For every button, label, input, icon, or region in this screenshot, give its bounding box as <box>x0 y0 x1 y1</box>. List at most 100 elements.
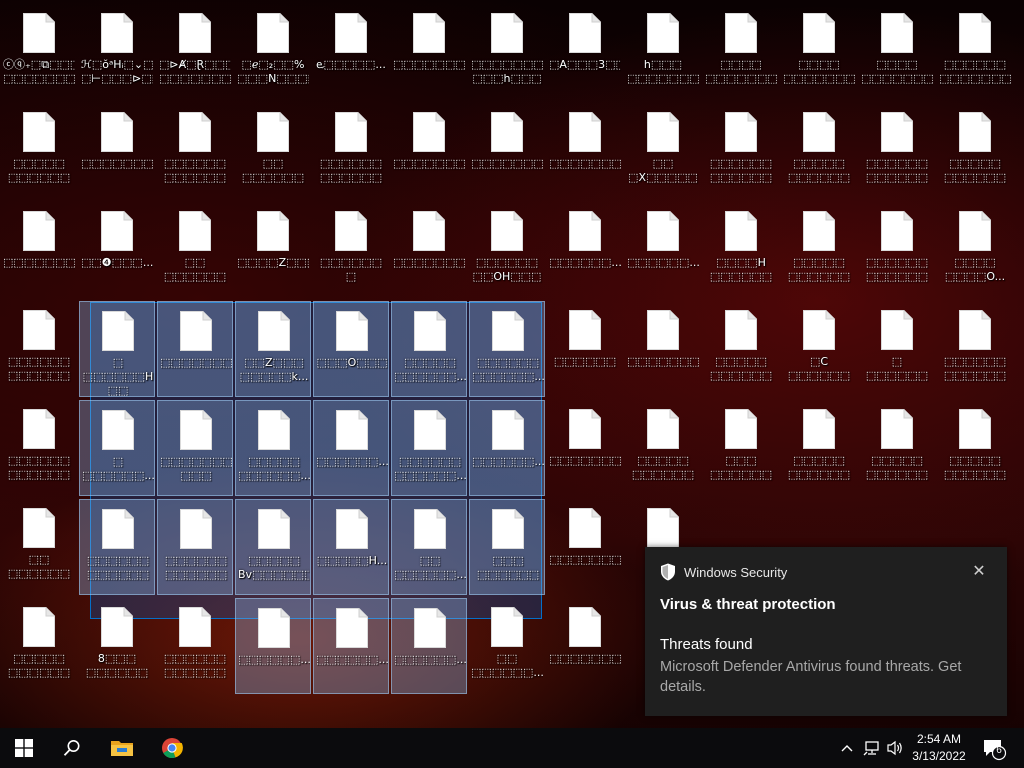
desktop-file-icon[interactable]: ⬚⬚⬚⬚⬚⬚... <box>313 400 389 496</box>
desktop-file-icon[interactable]: ⬚⬚⬚⬚⬚ ⬚⬚⬚⬚⬚⬚ <box>859 400 935 496</box>
desktop-file-icon[interactable]: ⬚⬚⬚⬚⬚⬚ ⬚ <box>313 202 389 298</box>
desktop-file-icon[interactable]: ⬚⬚⬚⬚⬚⬚ ⬚⬚⬚⬚⬚⬚ <box>157 598 233 694</box>
desktop-file-icon[interactable]: ⬚⬚⬚⬚⬚⬚ <box>547 301 623 397</box>
desktop-file-icon[interactable]: ⬚⬚⬚⬚⬚⬚⬚ <box>547 400 623 496</box>
file-name-label: ⬚⬚⬚⬚⬚⬚ ⬚ <box>319 256 383 283</box>
network-icon[interactable] <box>860 728 884 768</box>
desktop-file-icon[interactable]: ⬚A⬚⬚⬚3⬚⬚ <box>547 4 623 100</box>
desktop-file-icon[interactable]: ⓒⓠ₊⬚⧉⬚⬚⬚ ⬚⬚⬚⬚⬚⬚⬚⬚ <box>1 4 77 100</box>
action-center-button[interactable]: 6 <box>982 728 1014 768</box>
file-name-label: ⬚⬚⬚⬚⬚⬚ ⬚⬚⬚⬚⬚⬚ <box>319 157 383 184</box>
desktop-file-icon[interactable]: ⬚⬚⬚⬚⬚⬚... <box>547 202 623 298</box>
desktop-file-icon[interactable]: ⬚C ⬚⬚⬚⬚⬚⬚ <box>781 301 857 397</box>
desktop-file-icon[interactable]: ⬚⬚⬚⬚⬚⬚ ⬚⬚⬚⬚⬚⬚⬚ <box>937 4 1013 100</box>
search-button[interactable] <box>48 728 96 768</box>
close-icon[interactable]: ✕ <box>969 561 989 581</box>
desktop-file-icon[interactable]: ⬚ℯ⬚₂⬚⬚% ⬚⬚⬚N⬚⬚⬚⬚ <box>235 4 311 100</box>
desktop-file-icon[interactable]: ⬚⬚⬚⬚⬚⬚⬚⬚ <box>547 103 623 199</box>
desktop-file-icon[interactable]: ⬚⬚⬚⬚⬚⬚ ⬚⬚⬚⬚⬚⬚ <box>1 301 77 397</box>
desktop-file-icon[interactable]: ⬚⬚⬚⬚⬚⬚⬚... <box>1 202 77 298</box>
desktop-file-icon[interactable]: ⬚⬚⬚⬚⬚⬚ ⬚⬚⬚⬚⬚⬚ <box>937 301 1013 397</box>
desktop-file-icon[interactable]: ⬚⬚⬚⬚⬚⬚... <box>469 400 545 496</box>
desktop-file-icon[interactable]: ⬚⬚⬚⬚⬚ ⬚⬚⬚⬚⬚⬚... <box>391 301 467 397</box>
clock-date: 3/13/2022 <box>912 749 966 763</box>
desktop-file-icon[interactable]: ⬚⬚⬚⬚⬚⬚⬚ <box>79 103 155 199</box>
desktop-file-icon[interactable]: ⬚⬚ ⬚⬚⬚⬚⬚⬚ <box>1 499 77 595</box>
start-button[interactable] <box>0 728 48 768</box>
desktop-file-icon[interactable]: ⬚⬚⬚⬚ ⬚⬚⬚⬚⬚⬚⬚ <box>781 4 857 100</box>
desktop-file-icon[interactable]: ⬚⬚⬚⬚⬚ ⬚⬚⬚⬚⬚⬚... <box>235 400 311 496</box>
desktop-file-icon[interactable]: ⬚⬚⬚⬚ ⬚⬚⬚⬚⬚⬚⬚ <box>859 4 935 100</box>
desktop-file-icon[interactable]: ⬚⬚⬚⬚⬚⬚ ⬚⬚⬚⬚⬚⬚... <box>469 301 545 397</box>
desktop-file-icon[interactable]: ⬚⬚⬚⬚⬚⬚ ⬚⬚⬚⬚⬚⬚ <box>1 400 77 496</box>
file-explorer-button[interactable] <box>98 728 146 768</box>
desktop-file-icon[interactable]: ⬚⬚ ⬚X⬚⬚⬚⬚⬚ <box>625 103 701 199</box>
desktop-file-icon[interactable]: ⬚⬚⬚ ⬚⬚⬚⬚⬚⬚ <box>469 499 545 595</box>
desktop-file-icon[interactable]: ⬚⬚⬚⬚⬚⬚⬚ ⬚⬚⬚ <box>157 400 233 496</box>
file-icon <box>492 509 524 549</box>
desktop-file-icon[interactable]: ⬚⬚⬚⬚⬚ ⬚⬚⬚⬚⬚⬚ <box>937 400 1013 496</box>
desktop-file-icon[interactable]: ⬚⬚⬚ ⬚⬚⬚⬚⬚⬚ <box>703 400 779 496</box>
desktop-file-icon[interactable]: ⬚⬚⬚⬚⬚⬚⬚... <box>391 4 467 100</box>
desktop-file-icon[interactable]: ⬚⬚ ⬚⬚⬚⬚⬚⬚... <box>391 499 467 595</box>
desktop-file-icon[interactable]: ⬚⬚⬚⬚⬚⬚⬚ <box>547 598 623 694</box>
desktop-file-icon[interactable]: ⬚⬚⬚⬚⬚⬚ ⬚⬚⬚⬚⬚⬚ <box>313 103 389 199</box>
desktop-file-icon[interactable]: ⬚⬚⬚⬚⬚⬚... <box>313 598 389 694</box>
desktop-file-icon[interactable]: ⬚⬚⬚⬚⬚⬚⬚... <box>391 202 467 298</box>
desktop-file-icon[interactable]: ⬚⬚ ⬚⬚⬚⬚⬚⬚ <box>235 103 311 199</box>
desktop-file-icon[interactable]: ⬚⬚⬚⬚⬚ ⬚⬚⬚⬚⬚⬚ <box>781 400 857 496</box>
desktop-file-icon[interactable]: ⬚⬚⬚⬚⬚⬚⬚ <box>547 499 623 595</box>
desktop-file-icon[interactable]: ⬚⬚⬚⬚⬚ ⬚⬚⬚⬚⬚⬚ <box>703 301 779 397</box>
desktop-file-icon[interactable]: ℋ⬚ŏᵃHᵢ⬚⌄⬚ ⬚⊢⬚⬚⬚⊳⬚⬚ <box>79 4 155 100</box>
desktop-file-icon[interactable]: ⬚⬚⬚⬚⬚⬚ ⬚⬚⬚⬚⬚⬚ <box>859 103 935 199</box>
desktop-file-icon[interactable]: ⬚⬚⬚⬚Z⬚⬚⬚... <box>235 202 311 298</box>
desktop-file-icon[interactable]: ⬚ ⬚⬚⬚⬚⬚⬚H ⬚⬚ <box>79 301 155 397</box>
chrome-button[interactable] <box>148 728 196 768</box>
desktop-file-icon[interactable]: ⬚⬚⬚⬚⬚⬚ ⬚⬚⬚⬚⬚⬚... <box>391 400 467 496</box>
desktop-file-icon[interactable]: ⬚⬚⬚⬚⬚ Bv⬚⬚⬚⬚⬚⬚ <box>235 499 311 595</box>
desktop-file-icon[interactable]: 8⬚⬚⬚ ⬚⬚⬚⬚⬚⬚ <box>79 598 155 694</box>
file-icon <box>414 608 446 648</box>
desktop-file-icon[interactable]: ⬚⬚⬚⬚ ⬚⬚⬚⬚O... <box>937 202 1013 298</box>
notification-app-name: Windows Security <box>684 564 788 580</box>
desktop-file-icon[interactable]: ⬚⬚⬚⬚⬚ ⬚⬚⬚⬚⬚⬚ <box>937 103 1013 199</box>
taskbar-clock[interactable]: 2:54 AM 3/13/2022 <box>904 731 974 765</box>
desktop-file-icon[interactable]: ⬚ ⬚⬚⬚⬚⬚⬚... <box>79 400 155 496</box>
desktop-file-icon[interactable]: ⬚⬚ ⬚⬚⬚⬚⬚⬚ <box>157 202 233 298</box>
windows-security-notification[interactable]: Windows Security ✕ Virus & threat protec… <box>645 547 1007 716</box>
desktop-file-icon[interactable]: ⬚⬚⬚⬚⬚⬚⬚ <box>469 103 545 199</box>
desktop-file-icon[interactable]: h⬚⬚⬚ ⬚⬚⬚⬚⬚⬚⬚ <box>625 4 701 100</box>
desktop-file-icon[interactable]: ⬚⬚Z⬚⬚⬚ ⬚⬚⬚⬚⬚k... <box>235 301 311 397</box>
desktop-file-icon[interactable]: ⬚⬚⬚⬚⬚ ⬚⬚⬚⬚⬚⬚ <box>781 103 857 199</box>
desktop-file-icon[interactable]: ⬚⬚⬚⬚⬚⬚ ⬚⬚⬚⬚⬚⬚ <box>79 499 155 595</box>
file-icon <box>569 508 601 548</box>
desktop-file-icon[interactable]: ⬚⬚⬚O⬚⬚⬚ <box>313 301 389 397</box>
desktop-file-icon[interactable]: ⬚⬚⬚⬚⬚⬚⬚... <box>157 301 233 397</box>
desktop-file-icon[interactable]: ⬚⬚ ⬚⬚⬚⬚⬚⬚... <box>469 598 545 694</box>
desktop-file-icon[interactable]: ⬚⬚⬚⬚⬚⬚ ⬚⬚⬚⬚⬚⬚ <box>157 103 233 199</box>
desktop-file-icon[interactable]: ⬚⬚⬚⬚⬚H... <box>313 499 389 595</box>
desktop-file-icon[interactable]: ⬚⬚⬚⬚⬚⬚ ⬚⬚⬚⬚⬚⬚ <box>859 202 935 298</box>
desktop-file-icon[interactable]: ⬚⬚⬚⬚⬚⬚ ⬚⬚OH⬚⬚⬚ <box>469 202 545 298</box>
desktop-file-icon[interactable]: ⬚⬚⬚⬚H ⬚⬚⬚⬚⬚⬚ <box>703 202 779 298</box>
desktop-file-icon[interactable]: ⬚⬚⬚⬚⬚⬚ ⬚⬚⬚⬚⬚⬚ <box>157 499 233 595</box>
show-hidden-icons-chevron-icon[interactable] <box>836 728 858 768</box>
desktop-file-icon[interactable]: ⬚ ⬚⬚⬚⬚⬚⬚ <box>859 301 935 397</box>
desktop-file-icon[interactable]: ⬚⬚⬚⬚⬚⬚ ⬚⬚⬚⬚⬚⬚ <box>703 103 779 199</box>
desktop-file-icon[interactable]: ⬚⬚⬚⬚⬚⬚... <box>235 598 311 694</box>
desktop-file-icon[interactable]: ⬚⬚❹⬚⬚⬚... <box>79 202 155 298</box>
desktop-file-icon[interactable]: ⬚⬚⬚⬚⬚ ⬚⬚⬚⬚⬚⬚ <box>781 202 857 298</box>
desktop-file-icon[interactable]: ⬚⬚⬚⬚⬚⬚⬚ <box>625 301 701 397</box>
desktop-file-icon[interactable]: ⬚⊳Ⱥ⬚Ɽ⬚⬚⬚ ⬚⬚⬚⬚⬚⬚⬚⬚ <box>157 4 233 100</box>
desktop-file-icon[interactable]: ⬚⬚⬚⬚⬚ ⬚⬚⬚⬚⬚⬚ <box>1 598 77 694</box>
desktop-file-icon[interactable]: ⱸ⬚⬚⬚⬚⬚... <box>313 4 389 100</box>
desktop-file-icon[interactable]: ⬚⬚⬚⬚⬚⬚... <box>391 598 467 694</box>
desktop-file-icon[interactable]: ⬚⬚⬚⬚⬚⬚⬚ ⬚⬚⬚h⬚⬚⬚ <box>469 4 545 100</box>
desktop-file-icon[interactable]: ⬚⬚⬚⬚⬚⬚⬚ <box>391 103 467 199</box>
desktop-file-icon[interactable]: ⬚⬚⬚⬚⬚ ⬚⬚⬚⬚⬚⬚ <box>1 103 77 199</box>
volume-icon[interactable] <box>884 728 906 768</box>
desktop-file-icon[interactable]: ⬚⬚⬚⬚⬚ ⬚⬚⬚⬚⬚⬚ <box>625 400 701 496</box>
desktop-file-icon[interactable]: ⬚⬚⬚⬚ ⬚⬚⬚⬚⬚⬚⬚ <box>703 4 779 100</box>
desktop-file-icon[interactable]: ⬚⬚⬚⬚⬚⬚... <box>625 202 701 298</box>
notification-body[interactable]: Microsoft Defender Antivirus found threa… <box>660 657 990 697</box>
